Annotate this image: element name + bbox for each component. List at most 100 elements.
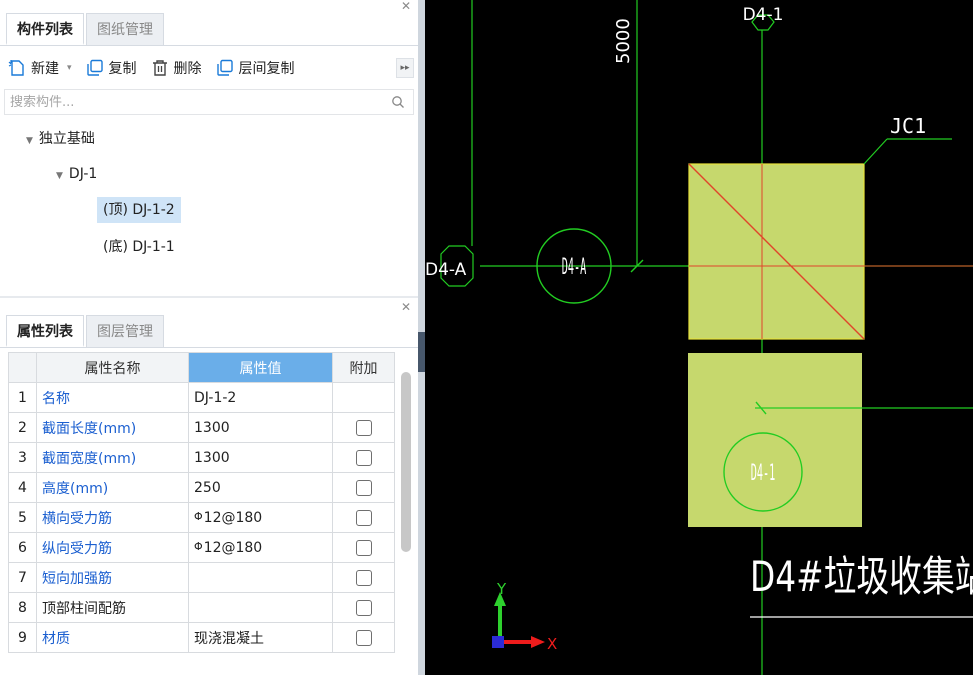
caret-down-icon[interactable]: ▼ (56, 171, 63, 181)
extra-checkbox[interactable] (355, 539, 372, 556)
table-row[interactable]: 1 名称 DJ-1-2 (8, 382, 395, 413)
extra-cell (332, 472, 395, 503)
header-index (8, 352, 37, 383)
header-extra: 附加 (332, 352, 395, 383)
rebar-grade-icon: Φ (194, 509, 203, 523)
component-panel-close-icon[interactable]: ✕ (401, 0, 411, 12)
jc1-leader (863, 138, 888, 165)
delete-button[interactable]: 删除 (151, 58, 202, 78)
property-value-cell[interactable] (188, 592, 333, 623)
row-index: 9 (8, 622, 37, 653)
extra-cell (332, 412, 395, 443)
extra-checkbox[interactable] (355, 419, 372, 436)
property-value-cell[interactable]: 现浇混凝土 (188, 622, 333, 653)
header-property-name: 属性名称 (36, 352, 189, 383)
caret-down-icon[interactable]: ▼ (26, 136, 33, 146)
extra-checkbox[interactable] (355, 629, 372, 646)
table-row[interactable]: 2 截面长度(mm) 1300 (8, 412, 395, 443)
row-index: 1 (8, 382, 37, 413)
extra-cell (332, 382, 395, 413)
extra-checkbox[interactable] (355, 599, 372, 616)
property-name-cell: 名称 (36, 382, 189, 413)
property-value-cell[interactable]: Φ12@180 (188, 532, 333, 563)
search-input[interactable] (5, 90, 375, 114)
jc1-label: JC1 (890, 114, 926, 138)
floor-copy-button-label: 层间复制 (238, 61, 295, 77)
extra-cell (332, 442, 395, 473)
table-row[interactable]: 6 纵向受力筋 Φ12@180 (8, 532, 395, 563)
property-panel-close-icon[interactable]: ✕ (401, 301, 411, 313)
axis-label-left: D4-A (425, 260, 467, 280)
tab-component-list[interactable]: 构件列表 (6, 13, 84, 45)
extra-cell (332, 622, 395, 653)
property-name-cell: 材质 (36, 622, 189, 653)
new-button[interactable]: 新建 ▾ (8, 58, 72, 78)
tab-divider (0, 45, 418, 46)
tab-layer-management[interactable]: 图层管理 (86, 315, 164, 347)
pane-splitter[interactable] (0, 296, 418, 298)
extra-checkbox[interactable] (355, 569, 372, 586)
extra-cell (332, 532, 395, 563)
header-property-value[interactable]: 属性值 (188, 352, 333, 383)
property-value-cell[interactable]: 1300 (188, 442, 333, 473)
row-index: 2 (8, 412, 37, 443)
table-row[interactable]: 7 短向加强筋 (8, 562, 395, 593)
foundation-2[interactable] (688, 353, 862, 527)
tab-drawing-management[interactable]: 图纸管理 (86, 13, 164, 45)
double-chevron-right-icon[interactable]: ▸▸ (396, 58, 414, 78)
table-row[interactable]: 5 横向受力筋 Φ12@180 (8, 502, 395, 533)
tree-node-label: DJ-1 (68, 166, 98, 182)
floor-copy-icon (216, 59, 233, 76)
drawing-title: D4#垃圾收集站 (750, 552, 973, 601)
tree-leaf-dj-1-2[interactable]: (顶) DJ-1-2 (97, 197, 181, 223)
tree-leaf-label: (底) DJ-1-1 (103, 239, 175, 255)
property-name-cell: 纵向受力筋 (36, 532, 189, 563)
extra-checkbox[interactable] (355, 449, 372, 466)
property-value-cell[interactable]: Φ12@180 (188, 502, 333, 533)
rebar-grade-icon: Φ (194, 539, 203, 553)
property-name-cell: 横向受力筋 (36, 502, 189, 533)
property-value-cell[interactable]: 250 (188, 472, 333, 503)
property-value-cell[interactable]: 1300 (188, 412, 333, 443)
tab-divider (0, 347, 418, 348)
property-table-body: 1 名称 DJ-1-2 2 截面长度(mm) 1300 3 截面宽度(mm) 1300 4 高度(m… (8, 382, 395, 653)
row-index: 8 (8, 592, 37, 623)
tree-leaf-label: (顶) DJ-1-2 (103, 202, 175, 218)
tree-node-independent-foundation[interactable]: ▼ 独立基础 (26, 126, 95, 152)
table-row[interactable]: 4 高度(mm) 250 (8, 472, 395, 503)
component-search (4, 89, 414, 115)
property-table: 属性名称 属性值 附加 1 名称 DJ-1-2 2 截面长度(mm) 1300 3 截面宽度(… (8, 352, 395, 653)
property-name-cell: 顶部柱间配筋 (36, 592, 189, 623)
property-value-cell[interactable]: DJ-1-2 (188, 382, 333, 413)
collapse-panel-handle[interactable] (418, 332, 425, 372)
axis-label-top: D4-1 (743, 5, 784, 25)
circle-a-label: D4-A (562, 255, 587, 281)
ucs-origin (492, 636, 504, 648)
floor-copy-button[interactable]: 层间复制 (216, 58, 295, 78)
new-dropdown-icon[interactable]: ▾ (67, 63, 72, 73)
table-row[interactable]: 9 材质 现浇混凝土 (8, 622, 395, 653)
tree-node-dj-1[interactable]: ▼ DJ-1 (56, 161, 97, 187)
property-value-cell[interactable] (188, 562, 333, 593)
extra-checkbox[interactable] (355, 509, 372, 526)
tab-property-list[interactable]: 属性列表 (6, 315, 84, 347)
tree-leaf-dj-1-1[interactable]: (底) DJ-1-1 (103, 234, 175, 260)
property-scrollbar[interactable] (401, 372, 411, 552)
property-value-text: 12@180 (203, 509, 263, 526)
ucs-x-arrow (531, 636, 545, 648)
left-panel: ✕ 构件列表 图纸管理 新建 ▾ 复制 删除 层间复制 ▸▸ 搜索构件... ▼… (0, 0, 418, 675)
cad-drawing[interactable]: D4-1 D4-A 5000 D4-A D4-1 JC1 D4#垃圾收集站 Y … (425, 0, 973, 675)
row-index: 5 (8, 502, 37, 533)
copy-button-label: 复制 (108, 61, 137, 77)
extra-checkbox[interactable] (355, 479, 372, 496)
copy-button[interactable]: 复制 (86, 58, 137, 78)
row-index: 4 (8, 472, 37, 503)
extra-cell (332, 592, 395, 623)
table-row[interactable]: 8 顶部柱间配筋 (8, 592, 395, 623)
table-row[interactable]: 3 截面宽度(mm) 1300 (8, 442, 395, 473)
component-toolbar: 新建 ▾ 复制 删除 层间复制 (8, 54, 309, 82)
search-icon[interactable] (391, 95, 405, 109)
property-panel-tabs: 属性列表 图层管理 (6, 315, 166, 347)
property-table-header: 属性名称 属性值 附加 (8, 352, 395, 383)
cad-canvas[interactable]: D4-1 D4-A 5000 D4-A D4-1 JC1 D4#垃圾收集站 Y … (425, 0, 973, 675)
